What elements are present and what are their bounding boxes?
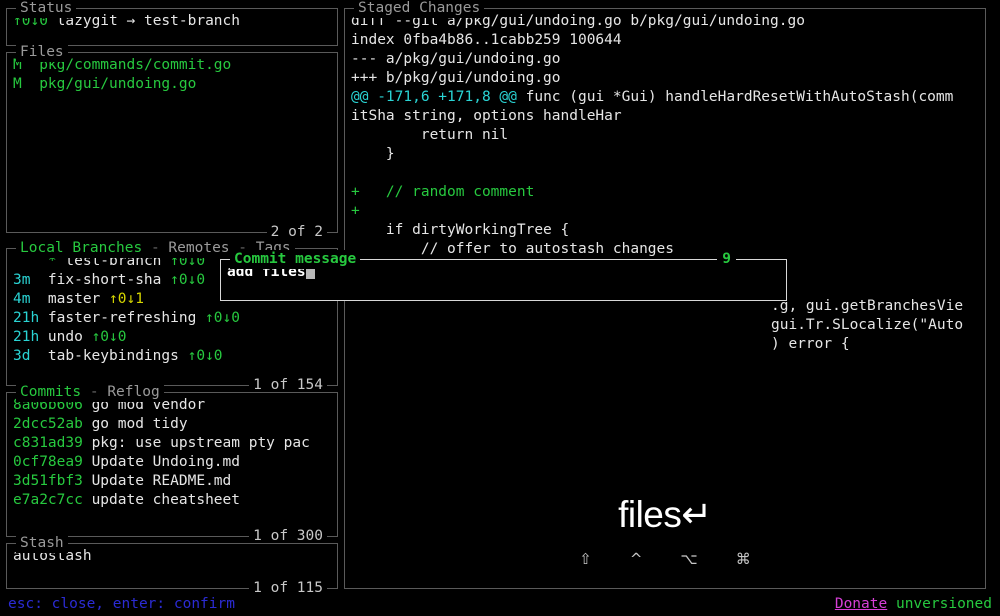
diff-line-added: +: [351, 203, 360, 219]
tab-reflog[interactable]: Reflog: [107, 384, 159, 400]
diff-line-header: index 0fba4b86..1cabb259 100644: [351, 32, 622, 48]
status-bar-keybindings: esc: close, enter: confirm: [8, 596, 235, 612]
branch-ahead-count: ↑0: [91, 329, 110, 345]
commit-sha: 3d51fbf3: [13, 473, 83, 489]
diff-line-blank: [345, 164, 985, 183]
stash-panel[interactable]: Stash autostash 1 of 115: [6, 534, 338, 598]
diff-line-added: + // random comment: [351, 184, 535, 200]
branch-list-item[interactable]: 21h faster-refreshing ↑0↓0: [7, 309, 337, 328]
branch-ahead-count: ↑0: [205, 310, 223, 326]
status-panel[interactable]: Status ↑0↓0 lazygit → test-branch: [6, 0, 338, 46]
commit-list-item[interactable]: 2dcc52ab go mod tidy: [7, 415, 337, 434]
tab-remotes[interactable]: Remotes: [168, 240, 229, 256]
stash-panel-title: Stash: [16, 534, 68, 553]
commits-panel-title: Commits - Reflog: [16, 383, 164, 402]
tab-commits[interactable]: Commits: [20, 384, 81, 400]
branch-name: tab-keybindings: [47, 348, 179, 364]
commit-message: update cheatsheet: [91, 492, 240, 508]
diff-line-context: }: [351, 146, 395, 162]
commit-sha: 0cf78ea9: [13, 454, 83, 470]
file-path: pkg/commands/commit.go: [39, 57, 232, 73]
branch-age: 21h: [13, 329, 40, 345]
commit-sha: 2dcc52ab: [13, 416, 83, 432]
tab-separator: -: [81, 384, 108, 400]
tab-separator: -: [142, 240, 169, 256]
status-arrow-icon: →: [126, 13, 136, 29]
status-panel-title: Status: [16, 0, 77, 18]
branch-behind-count: ↓1: [126, 291, 144, 307]
branch-ahead-count: ↑0: [109, 291, 127, 307]
diff-line-header: --- a/pkg/gui/undoing.go: [351, 51, 561, 67]
branch-behind-count: ↓0: [222, 310, 240, 326]
files-panel[interactable]: Files M pkg/commands/commit.go M pkg/gui…: [6, 43, 338, 242]
commit-message: pkg: use upstream pty pac: [91, 435, 310, 451]
status-bar: esc: close, enter: confirm Donate unvers…: [0, 594, 1000, 614]
commit-message-dialog[interactable]: Commit message 9 add files: [220, 250, 787, 301]
branch-behind-count: ↓0: [205, 348, 223, 364]
file-list-item[interactable]: M pkg/gui/undoing.go: [7, 75, 337, 94]
commit-sha: e7a2c7cc: [13, 492, 83, 508]
tab-local-branches[interactable]: Local Branches: [20, 240, 142, 256]
branch-name: undo: [47, 329, 83, 345]
commit-message: Update Undoing.md: [91, 454, 240, 470]
diff-line-context: gui.Tr.SLocalize("Auto: [771, 317, 964, 333]
branch-list-item[interactable]: 3d tab-keybindings ↑0↓0: [7, 347, 337, 366]
commit-message: Update README.md: [91, 473, 232, 489]
branch-name: faster-refreshing: [47, 310, 197, 326]
diff-line-header: +++ b/pkg/gui/undoing.go: [351, 70, 561, 86]
diff-line-hunk-wrap: itSha string, options handleHar: [351, 108, 622, 124]
commit-list-item[interactable]: c831ad39 pkg: use upstream pty pac: [7, 434, 337, 453]
files-panel-body: M pkg/commands/commit.go M pkg/gui/undoi…: [7, 53, 337, 232]
commit-sha: c831ad39: [13, 435, 83, 451]
donate-link[interactable]: Donate: [835, 596, 887, 612]
commit-list-item[interactable]: 3d51fbf3 Update README.md: [7, 472, 337, 491]
diff-line-hunk: @@ -171,6 +171,8 @@ func (gui *Gui) hand…: [345, 88, 985, 107]
file-status-icon: M: [13, 76, 22, 92]
branch-behind-count: ↓0: [187, 272, 206, 288]
hunk-marker-open: @@ -171,6 +171,8 @@: [351, 89, 517, 105]
branch-age: 3d: [13, 348, 31, 364]
status-bar-right: Donate unversioned: [835, 594, 992, 614]
file-path: pkg/gui/undoing.go: [39, 76, 197, 92]
branch-age: 21h: [13, 310, 40, 326]
commit-message: go mod tidy: [91, 416, 188, 432]
branch-name: fix-short-sha: [47, 272, 162, 288]
status-branch-name: test-branch: [143, 13, 240, 29]
branch-list-item[interactable]: 21h undo ↑0↓0: [7, 328, 337, 347]
diff-line-context: // offer to autostash changes: [351, 241, 675, 257]
diff-panel-title: Staged Changes: [354, 0, 485, 18]
commit-list-item[interactable]: 0cf78ea9 Update Undoing.md: [7, 453, 337, 472]
diff-line-context: if dirtyWorkingTree {: [351, 222, 570, 238]
hunk-context: func (gui *Gui) handleHardResetWithAutoS…: [516, 89, 954, 105]
commits-panel[interactable]: Commits - Reflog 8a06b606 go mod vendor …: [6, 383, 338, 546]
branch-behind-count: ↓0: [109, 329, 127, 345]
branch-name: master: [47, 291, 101, 307]
commits-panel-body: 8a06b606 go mod vendor 2dcc52ab go mod t…: [7, 393, 337, 536]
branch-age: 3m: [13, 272, 31, 288]
files-panel-title: Files: [16, 43, 68, 62]
diff-line-context: return nil: [351, 127, 509, 143]
commit-list-item[interactable]: e7a2c7cc update cheatsheet: [7, 491, 337, 510]
branch-ahead-count: ↑0: [187, 348, 206, 364]
branch-ahead-count: ↑0: [170, 272, 188, 288]
diff-line-context: ) error {: [771, 336, 850, 352]
branch-age: 4m: [13, 291, 31, 307]
commit-dialog-title: Commit message: [230, 250, 361, 269]
commit-char-counter: 9: [717, 250, 736, 269]
version-label: unversioned: [895, 596, 992, 612]
